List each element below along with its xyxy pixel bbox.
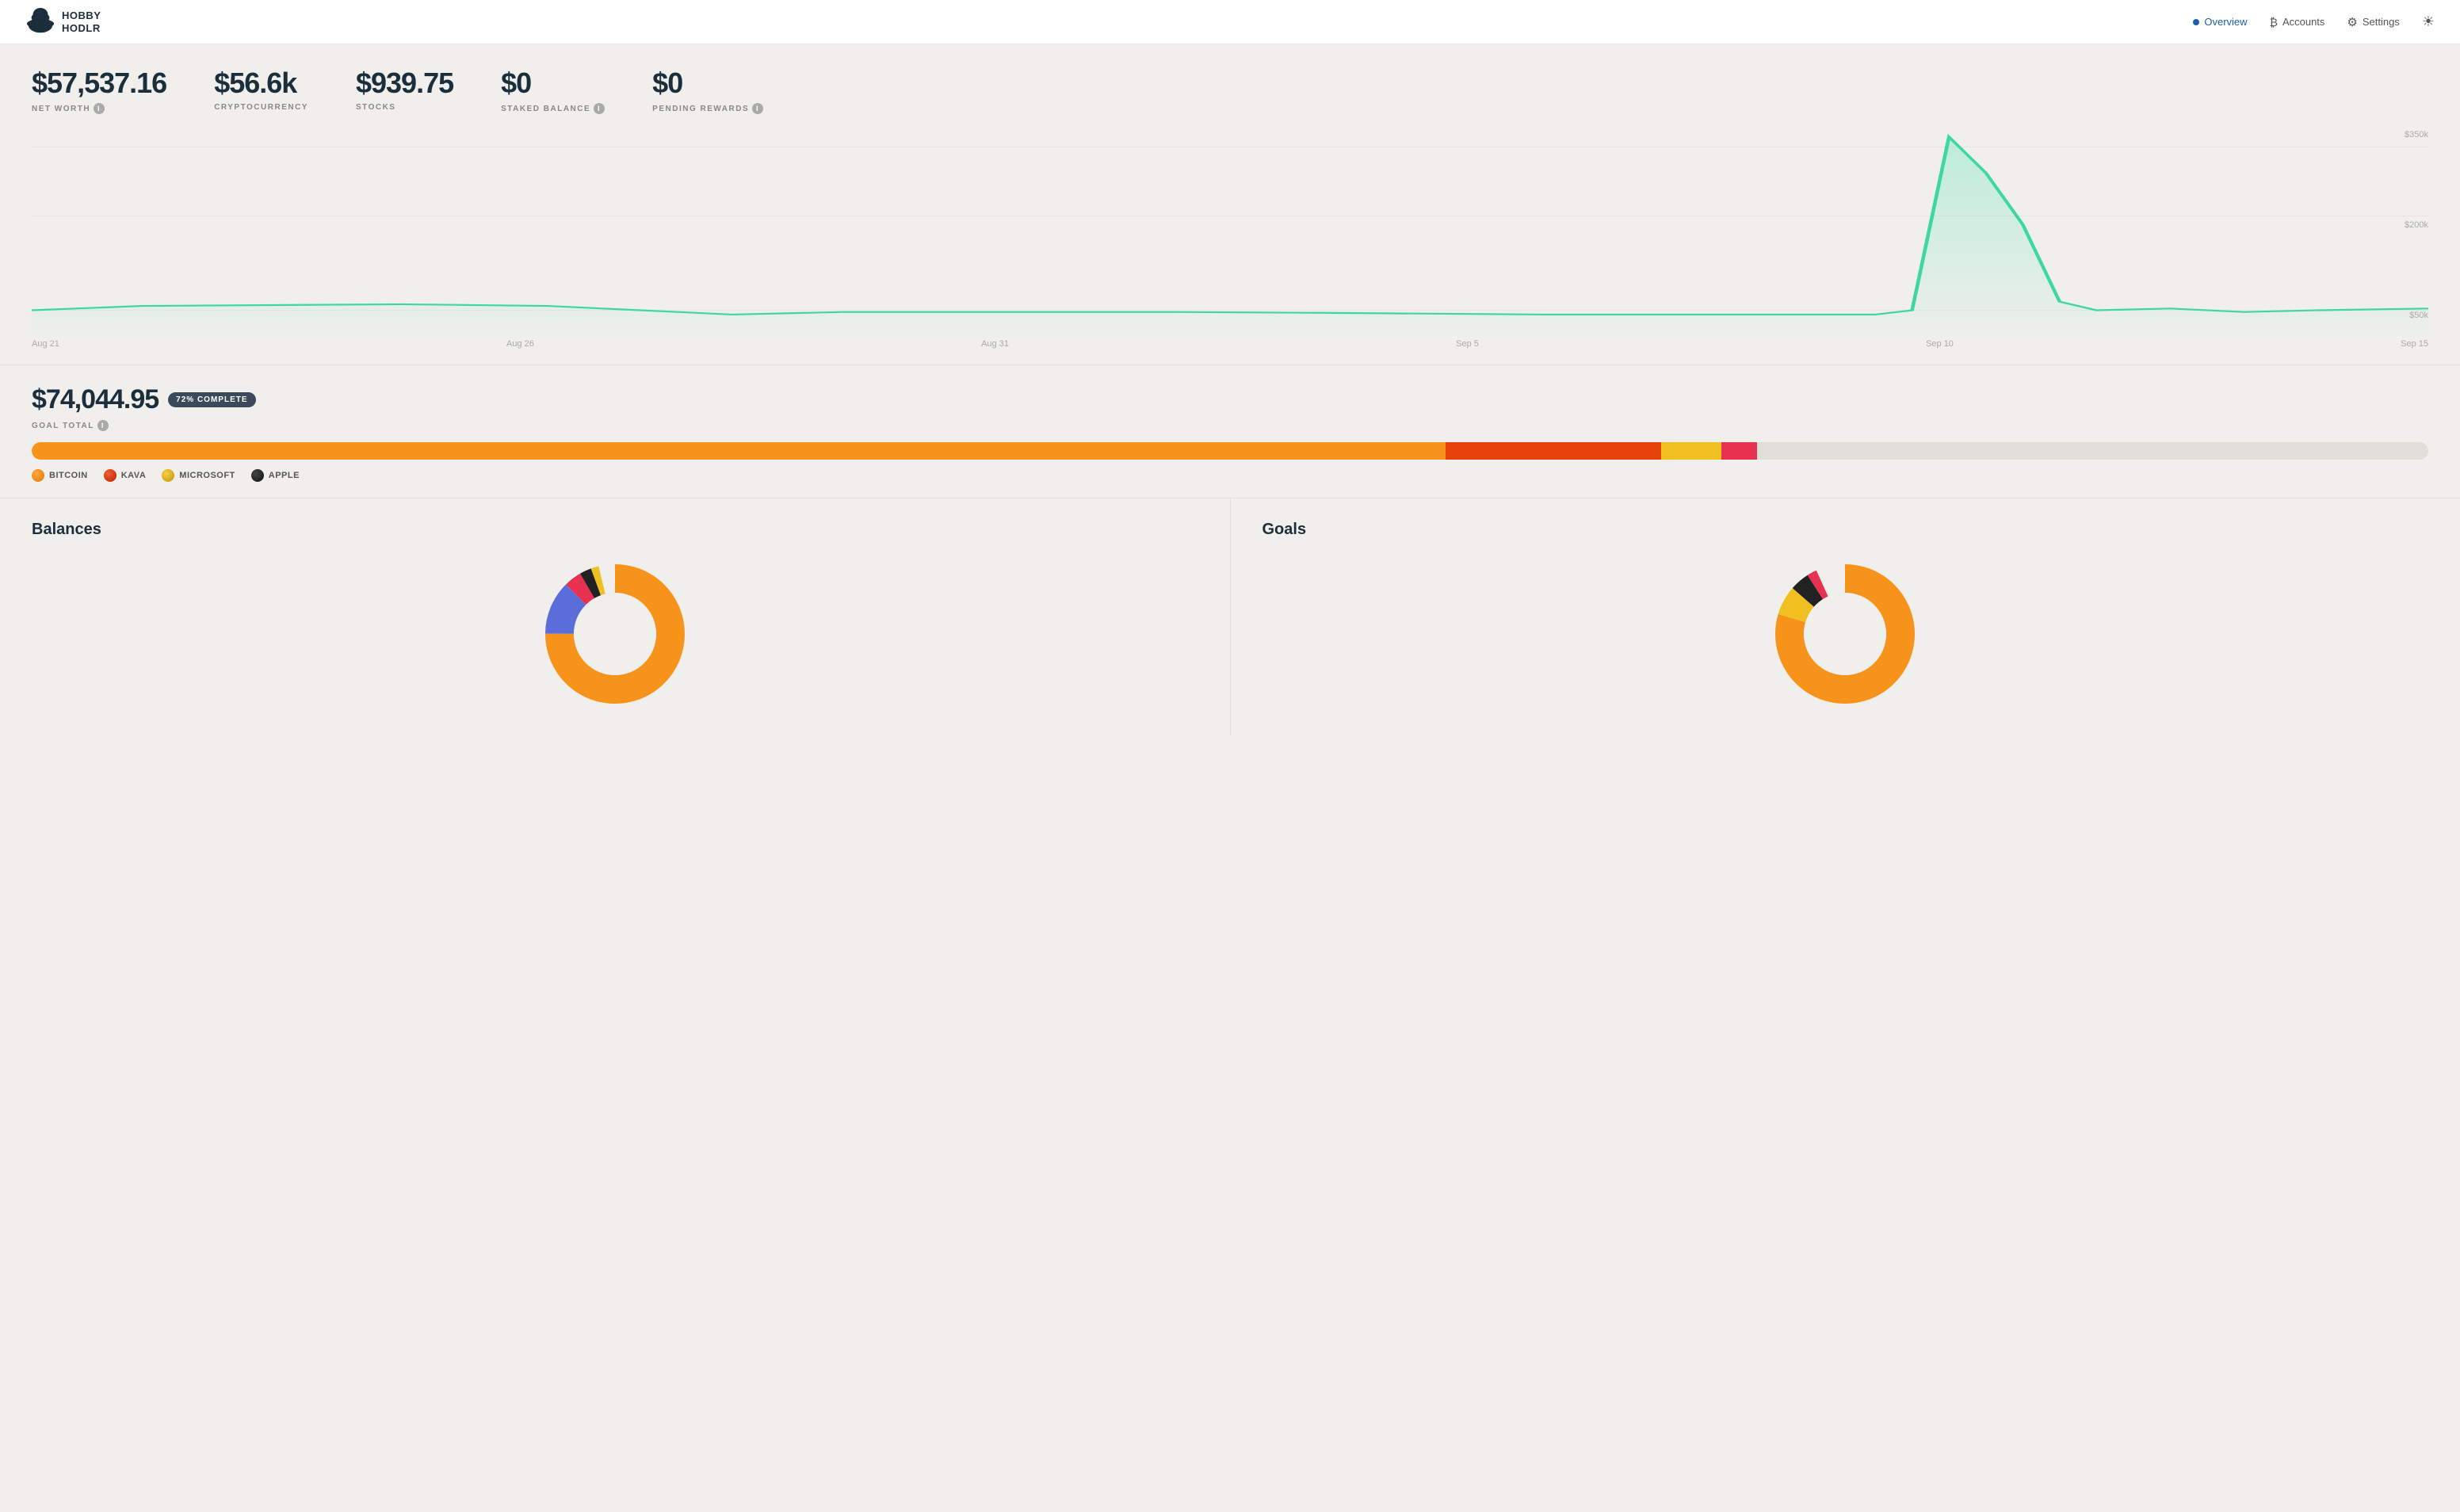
nav-overview[interactable]: Overview — [2193, 16, 2247, 28]
pending-label: PENDING REWARDS i — [652, 103, 763, 114]
goal-header: $74,044.95 72% COMPLETE — [32, 384, 2428, 415]
legend-apple: APPLE — [251, 469, 300, 482]
nav-active-dot — [2193, 19, 2199, 25]
nav-links: Overview ₿ Accounts ⚙ Settings ☀ — [2193, 13, 2435, 30]
net-worth-label: NET WORTH i — [32, 103, 166, 114]
stat-stocks: $939.75 STOCKS — [356, 67, 453, 112]
pending-value: $0 — [652, 67, 763, 100]
goal-legend: BITCOIN KAVA MICROSOFT APPLE — [32, 469, 2428, 482]
theme-toggle[interactable]: ☀ — [2422, 13, 2435, 30]
apple-dot — [251, 469, 264, 482]
chart-svg — [32, 130, 2428, 336]
navbar: HOBBYHODLR Overview ₿ Accounts ⚙ Setting… — [0, 0, 2460, 44]
balances-title: Balances — [32, 521, 1198, 539]
chart-container: $350k $200k $50k — [32, 130, 2428, 336]
gear-icon: ⚙ — [2347, 15, 2357, 29]
microsoft-dot — [162, 469, 174, 482]
balances-donut-container — [32, 555, 1198, 713]
chart-x-labels: Aug 21 Aug 26 Aug 31 Sep 5 Sep 10 Sep 15 — [32, 336, 2428, 349]
goal-bar-microsoft — [1661, 442, 1721, 460]
goal-bar-apple — [1721, 442, 1757, 460]
logo-icon — [25, 7, 55, 37]
stat-cryptocurrency: $56.6k CRYPTOCURRENCY — [214, 67, 308, 112]
goal-label: GOAL TOTAL i — [32, 420, 2428, 431]
kava-label: KAVA — [121, 471, 147, 480]
bottom-panels: Balances Goals — [0, 498, 2460, 735]
goals-donut-container — [1262, 555, 2429, 713]
x-label-sep5: Sep 5 — [1456, 339, 1479, 349]
apple-label: APPLE — [269, 471, 300, 480]
stocks-value: $939.75 — [356, 67, 453, 100]
x-label-sep15: Sep 15 — [2401, 339, 2428, 349]
legend-kava: KAVA — [104, 469, 147, 482]
kava-dot — [104, 469, 117, 482]
bitcoin-icon: ₿ — [2270, 16, 2278, 29]
pending-info[interactable]: i — [752, 103, 763, 114]
goals-title: Goals — [1262, 521, 2429, 539]
bitcoin-dot — [32, 469, 44, 482]
nav-accounts[interactable]: ₿ Accounts — [2270, 16, 2325, 29]
x-label-sep10: Sep 10 — [1926, 339, 1954, 349]
y-label-350k: $350k — [2405, 130, 2428, 139]
goal-amount: $74,044.95 — [32, 384, 159, 415]
y-label-200k: $200k — [2405, 220, 2428, 230]
nav-settings[interactable]: ⚙ Settings — [2347, 15, 2399, 29]
stocks-label: STOCKS — [356, 103, 453, 112]
goal-section: $74,044.95 72% COMPLETE GOAL TOTAL i BIT… — [0, 365, 2460, 498]
goals-donut — [1766, 555, 1924, 713]
goals-panel: Goals — [1230, 498, 2460, 735]
net-worth-value: $57,537.16 — [32, 67, 166, 100]
goal-info[interactable]: i — [97, 420, 109, 431]
stat-pending: $0 PENDING REWARDS i — [652, 67, 763, 114]
crypto-value: $56.6k — [214, 67, 308, 100]
logo[interactable]: HOBBYHODLR — [25, 7, 101, 37]
x-label-aug26: Aug 26 — [506, 339, 534, 349]
x-label-aug21: Aug 21 — [32, 339, 59, 349]
net-worth-info[interactable]: i — [94, 103, 105, 114]
stat-net-worth: $57,537.16 NET WORTH i — [32, 67, 166, 114]
chart-y-labels: $350k $200k $50k — [2405, 130, 2428, 336]
chart-area: $350k $200k $50k — [0, 130, 2460, 365]
goal-bar — [32, 442, 2428, 460]
goal-badge: 72% COMPLETE — [168, 392, 255, 407]
microsoft-label: MICROSOFT — [179, 471, 235, 480]
stats-row: $57,537.16 NET WORTH i $56.6k CRYPTOCURR… — [32, 67, 2428, 114]
y-label-50k: $50k — [2405, 311, 2428, 320]
balances-donut — [536, 555, 694, 713]
balances-panel: Balances — [0, 498, 1230, 735]
logo-text: HOBBYHODLR — [62, 10, 101, 34]
staked-info[interactable]: i — [594, 103, 605, 114]
staked-value: $0 — [501, 67, 605, 100]
staked-label: STAKED BALANCE i — [501, 103, 605, 114]
crypto-label: CRYPTOCURRENCY — [214, 103, 308, 112]
legend-bitcoin: BITCOIN — [32, 469, 88, 482]
stat-staked: $0 STAKED BALANCE i — [501, 67, 605, 114]
x-label-aug31: Aug 31 — [981, 339, 1009, 349]
goal-bar-bitcoin — [32, 442, 1446, 460]
goal-bar-kava — [1446, 442, 1661, 460]
main-content: $57,537.16 NET WORTH i $56.6k CRYPTOCURR… — [0, 44, 2460, 735]
stats-bar: $57,537.16 NET WORTH i $56.6k CRYPTOCURR… — [0, 44, 2460, 130]
legend-microsoft: MICROSOFT — [162, 469, 235, 482]
bitcoin-label: BITCOIN — [49, 471, 88, 480]
